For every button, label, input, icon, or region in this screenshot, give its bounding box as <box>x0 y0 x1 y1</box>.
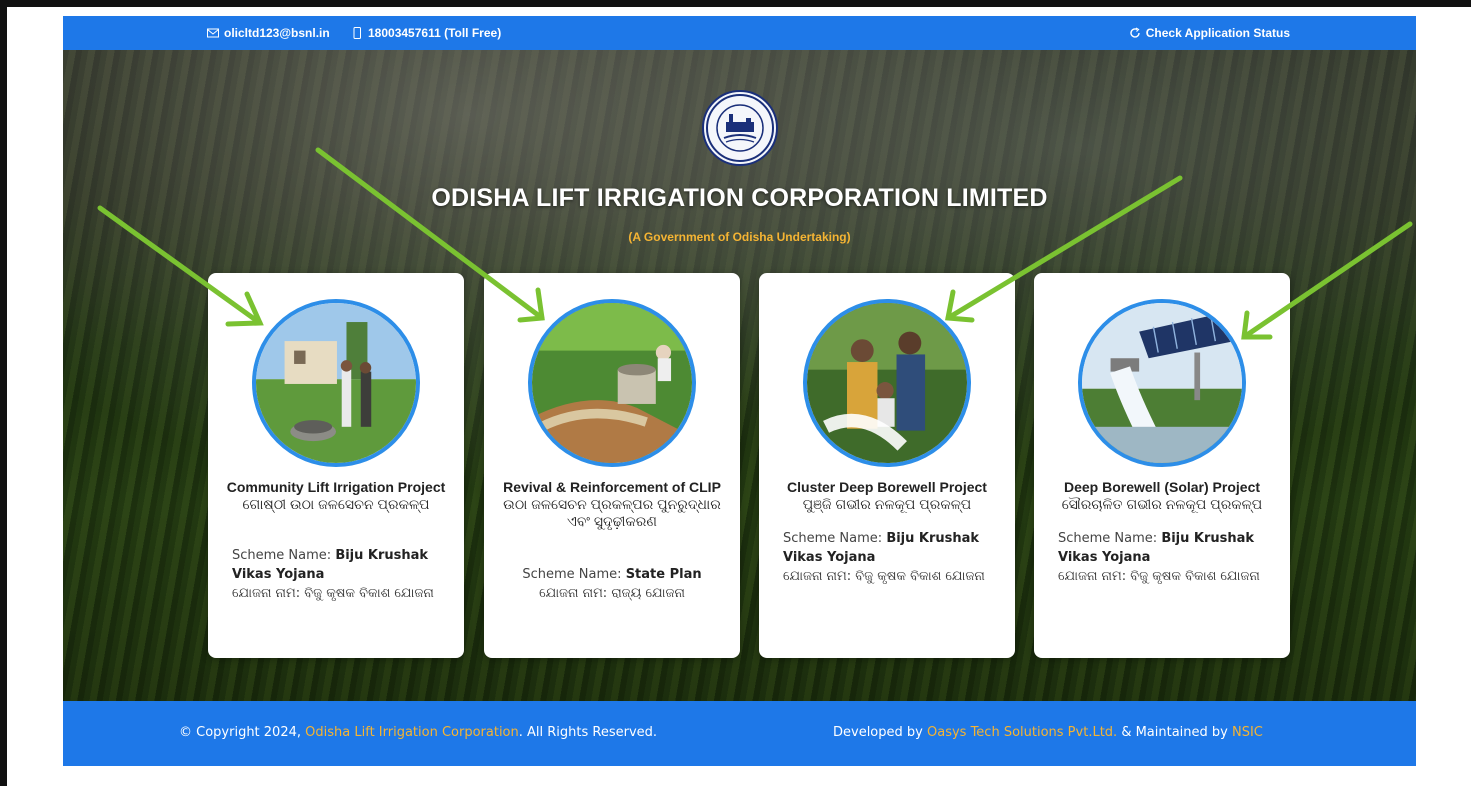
scheme-info: Scheme Name: Biju Krushak Vikas Yojana ଯ… <box>1058 529 1278 586</box>
phone-contact[interactable]: 18003457611 (Toll Free) <box>351 26 501 40</box>
project-photo <box>1078 299 1246 467</box>
scheme-label: Scheme Name: <box>522 567 622 582</box>
card-title-odia: ପୁଞ୍ଜି ଗଭୀର ନଳକୂପ ପ୍ରକଳ୍ପ <box>802 496 972 512</box>
phone-icon <box>353 27 361 39</box>
email-text: olicltd123@bsnl.in <box>224 26 330 40</box>
maintainer-prefix: & Maintained by <box>1121 725 1228 740</box>
nsic-link[interactable]: NSIC <box>1232 725 1263 740</box>
copyright-text: © Copyright 2024, Odisha Lift Irrigation… <box>179 725 657 740</box>
mail-icon <box>207 28 219 38</box>
card-title-odia: ଗୋଷ୍ଠୀ ଉଠା ଜଳସେଚନ ପ୍ରକଳ୍ପ <box>242 496 430 512</box>
card-title-odia: ସୌରଚାଳିତ ଗଭୀର ନଳକୂପ ପ୍ରକଳ୍ପ <box>1061 496 1263 512</box>
hero-banner: ODISHA LIFT IRRIGATION CORPORATION LIMIT… <box>63 50 1416 701</box>
status-link-text: Check Application Status <box>1145 26 1290 40</box>
copyright-prefix: © Copyright 2024, <box>179 725 302 740</box>
card-title: Revival & Reinforcement of CLIP ଉଠା ଜଳସେ… <box>496 479 728 530</box>
card-title-english: Revival & Reinforcement of CLIP <box>503 479 721 495</box>
project-card-cluster-deep-borewell[interactable]: Cluster Deep Borewell Project ପୁଞ୍ଜି ଗଭୀ… <box>759 273 1015 658</box>
scheme-info: Scheme Name: State Plan ଯୋଜନା ନାମ: ରାଜ୍ୟ… <box>496 565 728 603</box>
oasys-link[interactable]: Oasys Tech Solutions Pvt.Ltd. <box>927 725 1117 740</box>
scheme-label: Scheme Name: <box>1058 531 1158 546</box>
scheme-info: Scheme Name: Biju Krushak Vikas Yojana ଯ… <box>232 546 452 603</box>
footer: © Copyright 2024, Odisha Lift Irrigation… <box>63 701 1416 766</box>
card-title: Community Lift Irrigation Project ଗୋଷ୍ଠୀ… <box>220 479 452 513</box>
card-title-english: Cluster Deep Borewell Project <box>787 479 987 495</box>
project-card-deep-borewell-solar[interactable]: Deep Borewell (Solar) Project ସୌରଚାଳିତ ଗ… <box>1034 273 1290 658</box>
scheme-info: Scheme Name: Biju Krushak Vikas Yojana ଯ… <box>783 529 1003 586</box>
site-subtitle: (A Government of Odisha Undertaking) <box>628 230 851 244</box>
olic-link[interactable]: Odisha Lift Irrigation Corporation <box>305 725 519 740</box>
scheme-odia: ଯୋଜନା ନାମ: ବିଜୁ କୃଷକ ବିକାଶ ଯୋଜନା <box>232 586 434 601</box>
card-title: Deep Borewell (Solar) Project ସୌରଚାଳିତ ଗ… <box>1046 479 1278 513</box>
project-photo <box>528 299 696 467</box>
scheme-odia: ଯୋଜନା ନାମ: ବିଜୁ କୃଷକ ବିକାଶ ଯୋଜନା <box>783 569 985 584</box>
card-title-odia: ଉଠା ଜଳସେଚନ ପ୍ରକଳ୍ପର ପୁନରୁଦ୍ଧାର ଏବଂ ସୁଦୃଢ… <box>503 496 721 529</box>
scheme-label: Scheme Name: <box>232 548 332 563</box>
developer-prefix: Developed by <box>833 725 923 740</box>
email-contact[interactable]: olicltd123@bsnl.in <box>207 26 330 40</box>
phone-text: 18003457611 (Toll Free) <box>368 26 502 40</box>
project-card-revival-clip[interactable]: Revival & Reinforcement of CLIP ଉଠା ଜଳସେ… <box>484 273 740 658</box>
check-application-status-link[interactable]: Check Application Status <box>1129 26 1290 40</box>
developer-credit: Developed by Oasys Tech Solutions Pvt.Lt… <box>833 725 1263 740</box>
scheme-value: State Plan <box>625 567 702 582</box>
site-title: ODISHA LIFT IRRIGATION CORPORATION LIMIT… <box>431 184 1048 212</box>
olic-seal-logo <box>702 90 778 166</box>
scheme-odia: ଯୋଜନା ନାମ: ରାଜ୍ୟ ଯୋଜନା <box>539 586 685 601</box>
page: olicltd123@bsnl.in 18003457611 (Toll Fre… <box>63 16 1416 766</box>
scheme-label: Scheme Name: <box>783 531 883 546</box>
refresh-icon <box>1130 27 1140 38</box>
card-title-english: Community Lift Irrigation Project <box>226 479 446 495</box>
scheme-odia: ଯୋଜନା ନାମ: ବିଜୁ କୃଷକ ବିକାଶ ଯୋଜନା <box>1058 569 1260 584</box>
card-title-english: Deep Borewell (Solar) Project <box>1063 479 1261 495</box>
project-card-community-lift[interactable]: Community Lift Irrigation Project ଗୋଷ୍ଠୀ… <box>208 273 464 658</box>
project-photo <box>803 299 971 467</box>
project-photo <box>252 299 420 467</box>
top-bar: olicltd123@bsnl.in 18003457611 (Toll Fre… <box>63 16 1416 50</box>
copyright-suffix: . All Rights Reserved. <box>518 725 658 740</box>
card-title: Cluster Deep Borewell Project ପୁଞ୍ଜି ଗଭୀ… <box>771 479 1003 513</box>
